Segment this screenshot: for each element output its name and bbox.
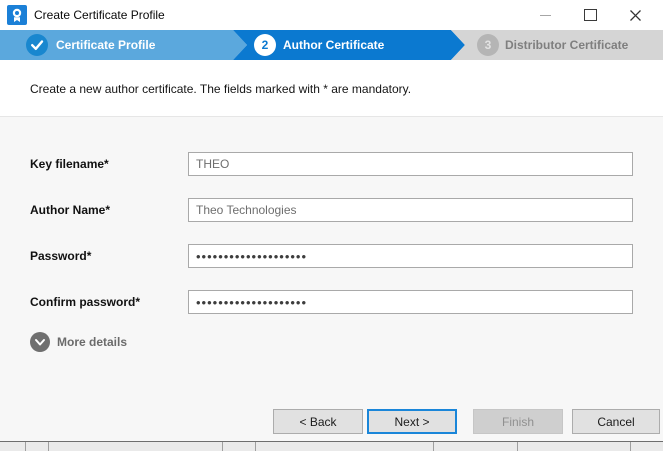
window-title: Create Certificate Profile [34, 0, 165, 30]
table-divider [255, 442, 256, 451]
step1-label: Certificate Profile [56, 30, 155, 60]
confirm-password-label: Confirm password* [30, 290, 140, 314]
table-divider [222, 442, 223, 451]
step2-label: Author Certificate [283, 30, 384, 60]
cancel-button[interactable]: Cancel [572, 409, 660, 434]
title-bar: Create Certificate Profile [0, 0, 663, 30]
finish-button: Finish [473, 409, 563, 434]
step3-number: 3 [485, 38, 492, 52]
next-button[interactable]: Next > [367, 409, 457, 434]
step3-label: Distributor Certificate [505, 30, 628, 60]
more-details-toggle[interactable]: More details [30, 332, 127, 352]
table-divider [517, 442, 518, 451]
password-label: Password* [30, 244, 91, 268]
close-button[interactable] [613, 0, 658, 30]
table-divider [25, 442, 26, 451]
author-certificate-form: Key filename* Author Name* Password* Con… [0, 117, 663, 442]
chevron-down-icon [30, 332, 50, 352]
more-details-label: More details [57, 335, 127, 349]
create-certificate-profile-dialog: Create Certificate Profile Certificate P… [0, 0, 663, 451]
description-area: Create a new author certificate. The fie… [0, 60, 663, 117]
step2-number: 2 [262, 38, 269, 52]
back-button[interactable]: < Back [273, 409, 363, 434]
key-filename-input[interactable] [188, 152, 633, 176]
step2-number-badge: 2 [254, 34, 276, 56]
maximize-icon [584, 9, 597, 21]
minimize-icon [540, 15, 551, 16]
step3-number-badge: 3 [477, 34, 499, 56]
step1-check-icon [26, 34, 48, 56]
minimize-button[interactable] [523, 0, 568, 30]
certificate-app-icon [7, 5, 27, 25]
password-input[interactable] [188, 244, 633, 268]
table-divider [433, 442, 434, 451]
description-text: Create a new author certificate. The fie… [30, 82, 411, 96]
wizard-step-bar: Certificate Profile 2 Author Certificate… [0, 30, 663, 60]
author-name-label: Author Name* [30, 198, 110, 222]
maximize-button[interactable] [568, 0, 613, 30]
author-name-input[interactable] [188, 198, 633, 222]
confirm-password-input[interactable] [188, 290, 633, 314]
background-window-strip [0, 442, 663, 451]
key-filename-label: Key filename* [30, 152, 109, 176]
table-divider [48, 442, 49, 451]
table-divider [630, 442, 631, 451]
close-icon [629, 9, 642, 22]
